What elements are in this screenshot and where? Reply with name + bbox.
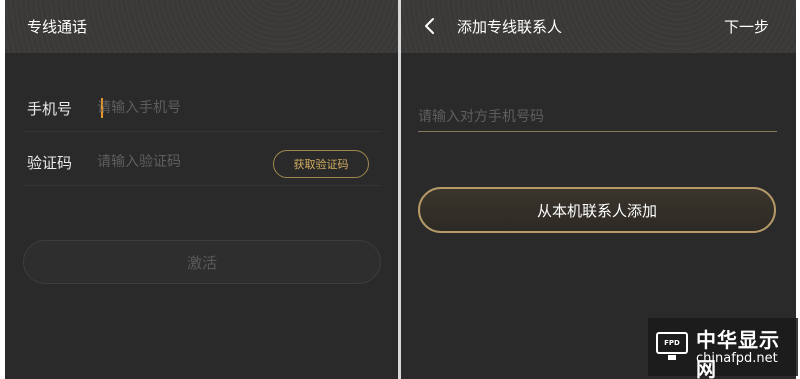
phone-label: 手机号 bbox=[27, 100, 73, 118]
next-step-button[interactable]: 下一步 bbox=[724, 16, 769, 37]
code-label: 验证码 bbox=[27, 154, 73, 172]
phone-input[interactable] bbox=[97, 96, 267, 120]
get-code-button[interactable]: 获取验证码 bbox=[273, 150, 369, 178]
activate-button[interactable]: 激活 bbox=[23, 240, 381, 284]
page-title: 专线通话 bbox=[27, 18, 88, 36]
left-screen: 专线通话 手机号 验证码 获取验证码 激活 bbox=[5, 0, 398, 379]
page-title: 添加专线联系人 bbox=[457, 18, 563, 36]
add-from-contacts-button[interactable]: 从本机联系人添加 bbox=[418, 187, 776, 233]
phone-row: 手机号 bbox=[23, 78, 381, 132]
logo-text: FPD bbox=[664, 339, 680, 347]
monitor-logo-icon: FPD bbox=[656, 332, 688, 354]
verification-code-input[interactable] bbox=[97, 150, 267, 174]
monitor-stand bbox=[668, 355, 676, 360]
chevron-left-icon[interactable] bbox=[419, 13, 441, 39]
contact-phone-input[interactable] bbox=[418, 102, 777, 132]
header-bar: 专线通话 bbox=[5, 0, 398, 53]
header-bar: 添加专线联系人 下一步 bbox=[401, 0, 796, 53]
watermark: FPD 中华显示网 chinafpd.net bbox=[648, 318, 798, 379]
code-row: 验证码 获取验证码 bbox=[23, 132, 381, 186]
watermark-url: chinafpd.net bbox=[696, 351, 778, 366]
